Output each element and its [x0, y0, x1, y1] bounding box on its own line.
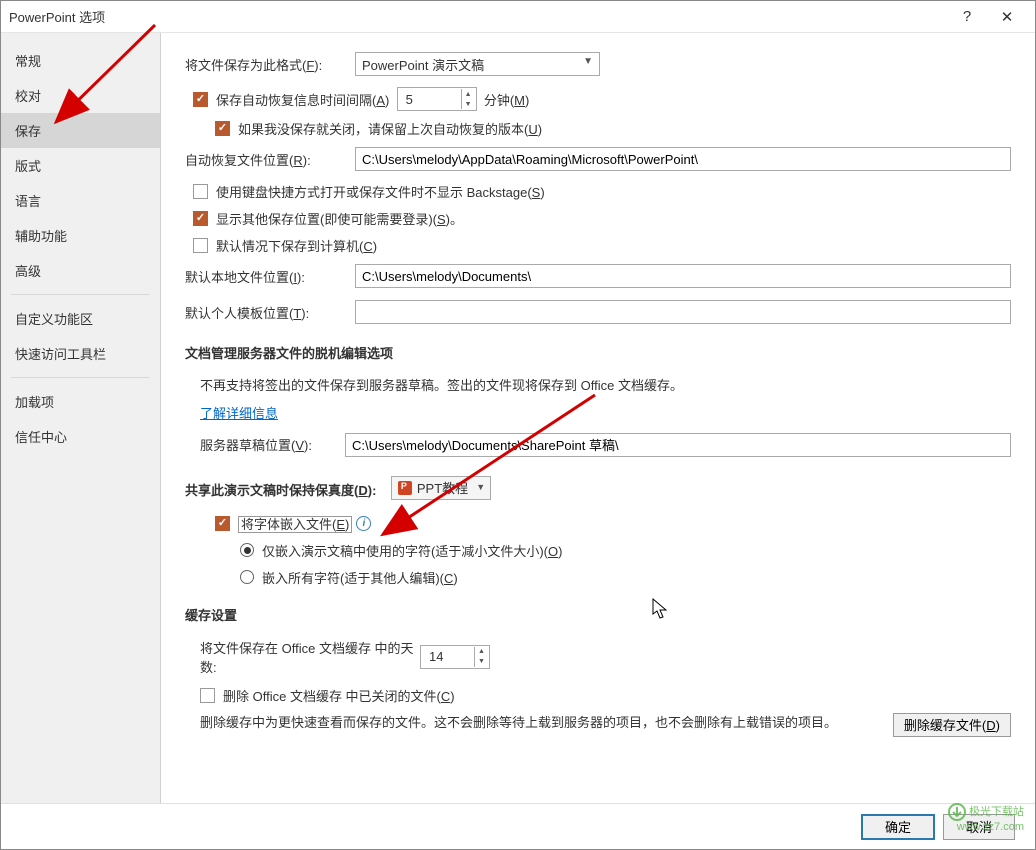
save-format-label: 将文件保存为此格式(F): — [185, 55, 355, 74]
chevron-down-icon: ▼ — [583, 56, 593, 67]
close-button[interactable]: ✕ — [987, 3, 1027, 31]
server-draft-location-input[interactable] — [345, 433, 1011, 457]
sidebar-item-proofing[interactable]: 校对 — [1, 78, 160, 113]
embed-fonts-checkbox[interactable] — [215, 516, 230, 531]
learn-more-link[interactable]: 了解详细信息 — [200, 406, 278, 421]
autorecover-checkbox[interactable] — [193, 92, 208, 107]
default-save-pc-checkbox[interactable] — [193, 238, 208, 253]
sidebar-item-trust-center[interactable]: 信任中心 — [1, 419, 160, 454]
cancel-button[interactable]: 取消 — [943, 814, 1015, 840]
powerpoint-file-icon — [398, 481, 412, 495]
sidebar-item-qat[interactable]: 快速访问工具栏 — [1, 336, 160, 371]
spin-down-icon[interactable]: ▼ — [461, 99, 475, 109]
info-icon[interactable]: i — [356, 516, 371, 531]
sidebar-item-customize-ribbon[interactable]: 自定义功能区 — [1, 301, 160, 336]
keep-last-autorecover-label: 如果我没保存就关闭，请保留上次自动恢复的版本(U) — [238, 119, 542, 138]
default-local-location-label: 默认本地文件位置(I): — [185, 267, 355, 286]
sidebar-item-language[interactable]: 语言 — [1, 183, 160, 218]
sidebar-item-accessibility[interactable]: 辅助功能 — [1, 218, 160, 253]
save-format-select[interactable]: PowerPoint 演示文稿 ▼ — [355, 52, 600, 76]
autorecover-location-input[interactable] — [355, 147, 1011, 171]
content-panel: 将文件保存为此格式(F): PowerPoint 演示文稿 ▼ 保存自动恢复信息… — [161, 33, 1035, 803]
dialog-footer: 确定 取消 — [1, 803, 1035, 849]
window-title: PowerPoint 选项 — [9, 7, 947, 26]
cache-section-title: 缓存设置 — [185, 605, 1011, 624]
cache-days-label: 将文件保存在 Office 文档缓存 中的天数: — [200, 638, 420, 676]
show-other-locations-label: 显示其他保存位置(即使可能需要登录)(S)。 — [216, 209, 463, 228]
doc-mgmt-note: 不再支持将签出的文件保存到服务器草稿。签出的文件现将保存到 Office 文档缓… — [200, 376, 1011, 397]
fidelity-section-title: 共享此演示文稿时保持保真度(D): PPT教程 ▼ — [185, 476, 1011, 500]
minutes-label: 分钟(M) — [484, 90, 530, 109]
fidelity-document-select[interactable]: PPT教程 ▼ — [391, 476, 491, 500]
delete-closed-cache-label: 删除 Office 文档缓存 中已关闭的文件(C) — [223, 686, 455, 705]
spin-down-icon[interactable]: ▼ — [474, 657, 488, 667]
server-draft-location-label: 服务器草稿位置(V): — [200, 435, 345, 454]
doc-mgmt-section-title: 文档管理服务器文件的脱机编辑选项 — [185, 343, 1011, 362]
ok-button[interactable]: 确定 — [861, 814, 935, 840]
no-backstage-label: 使用键盘快捷方式打开或保存文件时不显示 Backstage(S) — [216, 182, 545, 201]
keep-last-autorecover-checkbox[interactable] — [215, 121, 230, 136]
delete-closed-cache-checkbox[interactable] — [200, 688, 215, 703]
title-bar: PowerPoint 选项 ? ✕ — [1, 1, 1035, 33]
delete-cache-button[interactable]: 删除缓存文件(D) — [893, 713, 1011, 737]
default-template-location-label: 默认个人模板位置(T): — [185, 303, 355, 322]
help-button[interactable]: ? — [947, 3, 987, 31]
autorecover-minutes-spinner[interactable]: 5 ▲▼ — [397, 87, 477, 111]
spin-up-icon[interactable]: ▲ — [474, 647, 488, 657]
sidebar-item-save[interactable]: 保存 — [1, 113, 160, 148]
autorecover-location-label: 自动恢复文件位置(R): — [185, 150, 355, 169]
sidebar-separator — [11, 377, 150, 378]
sidebar-item-advanced[interactable]: 高级 — [1, 253, 160, 288]
cache-days-value: 14 — [429, 649, 443, 664]
sidebar-item-layout[interactable]: 版式 — [1, 148, 160, 183]
sidebar-item-addins[interactable]: 加载项 — [1, 384, 160, 419]
embed-all-chars-label: 嵌入所有字符(适于其他人编辑)(C) — [262, 568, 458, 587]
fidelity-document-name: PPT教程 — [417, 478, 468, 497]
embed-fonts-label: 将字体嵌入文件(E) — [238, 514, 352, 533]
embed-used-chars-label: 仅嵌入演示文稿中使用的字符(适于减小文件大小)(O) — [262, 541, 562, 560]
autorecover-label: 保存自动恢复信息时间间隔(A) — [216, 90, 389, 109]
default-template-location-input[interactable] — [355, 300, 1011, 324]
save-format-value: PowerPoint 演示文稿 — [362, 55, 484, 74]
spin-up-icon[interactable]: ▲ — [461, 89, 475, 99]
embed-used-chars-radio[interactable] — [240, 543, 254, 557]
show-other-locations-checkbox[interactable] — [193, 211, 208, 226]
sidebar-separator — [11, 294, 150, 295]
sidebar-item-general[interactable]: 常规 — [1, 43, 160, 78]
default-save-pc-label: 默认情况下保存到计算机(C) — [216, 236, 377, 255]
embed-all-chars-radio[interactable] — [240, 570, 254, 584]
autorecover-minutes-value: 5 — [406, 92, 413, 107]
default-local-location-input[interactable] — [355, 264, 1011, 288]
sidebar-nav: 常规 校对 保存 版式 语言 辅助功能 高级 自定义功能区 快速访问工具栏 加载… — [1, 33, 161, 803]
no-backstage-checkbox[interactable] — [193, 184, 208, 199]
chevron-down-icon: ▼ — [476, 482, 485, 492]
cache-delete-note: 删除缓存中为更快速查看而保存的文件。这不会删除等待上载到服务器的项目，也不会删除… — [200, 713, 879, 734]
cache-days-spinner[interactable]: 14 ▲▼ — [420, 645, 490, 669]
